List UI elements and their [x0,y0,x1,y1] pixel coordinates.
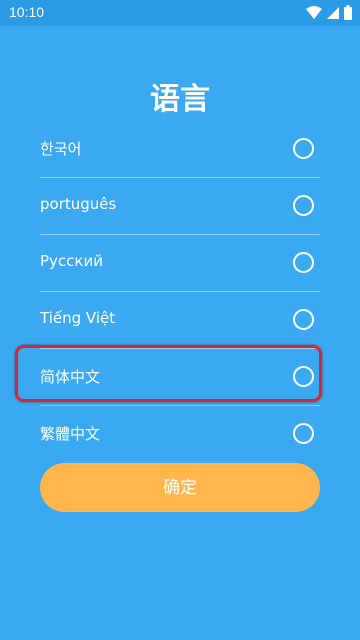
status-time: 10:10 [9,4,45,20]
radio-button[interactable] [293,309,314,330]
battery-icon [344,5,352,20]
radio-button[interactable] [293,423,314,444]
signal-icon [327,6,339,19]
language-label: 한국어 [40,140,82,158]
language-item-korean[interactable]: 한국어 [40,121,320,178]
language-label: Русский [40,252,103,270]
language-item-portuguese[interactable]: português [40,178,320,235]
language-label: Tiếng Việt [40,309,116,327]
radio-button[interactable] [293,195,314,216]
language-item-traditional-chinese[interactable]: 繁體中文 [40,406,320,462]
language-label: português [40,195,117,213]
confirm-button[interactable]: 确定 [40,463,320,512]
page-title: 语言 [150,82,210,117]
language-label: 繁體中文 [40,425,101,443]
radio-button[interactable] [293,138,314,159]
wifi-icon [306,5,322,19]
status-bar: 10:10 [0,0,360,26]
language-list: 한국어 português Русский Tiếng Việt 简体中文 繁體… [40,121,320,462]
language-item-vietnamese[interactable]: Tiếng Việt [40,292,320,349]
selection-highlight-box [15,345,322,402]
status-icons [306,5,352,20]
radio-button[interactable] [293,252,314,273]
language-item-russian[interactable]: Русский [40,235,320,292]
